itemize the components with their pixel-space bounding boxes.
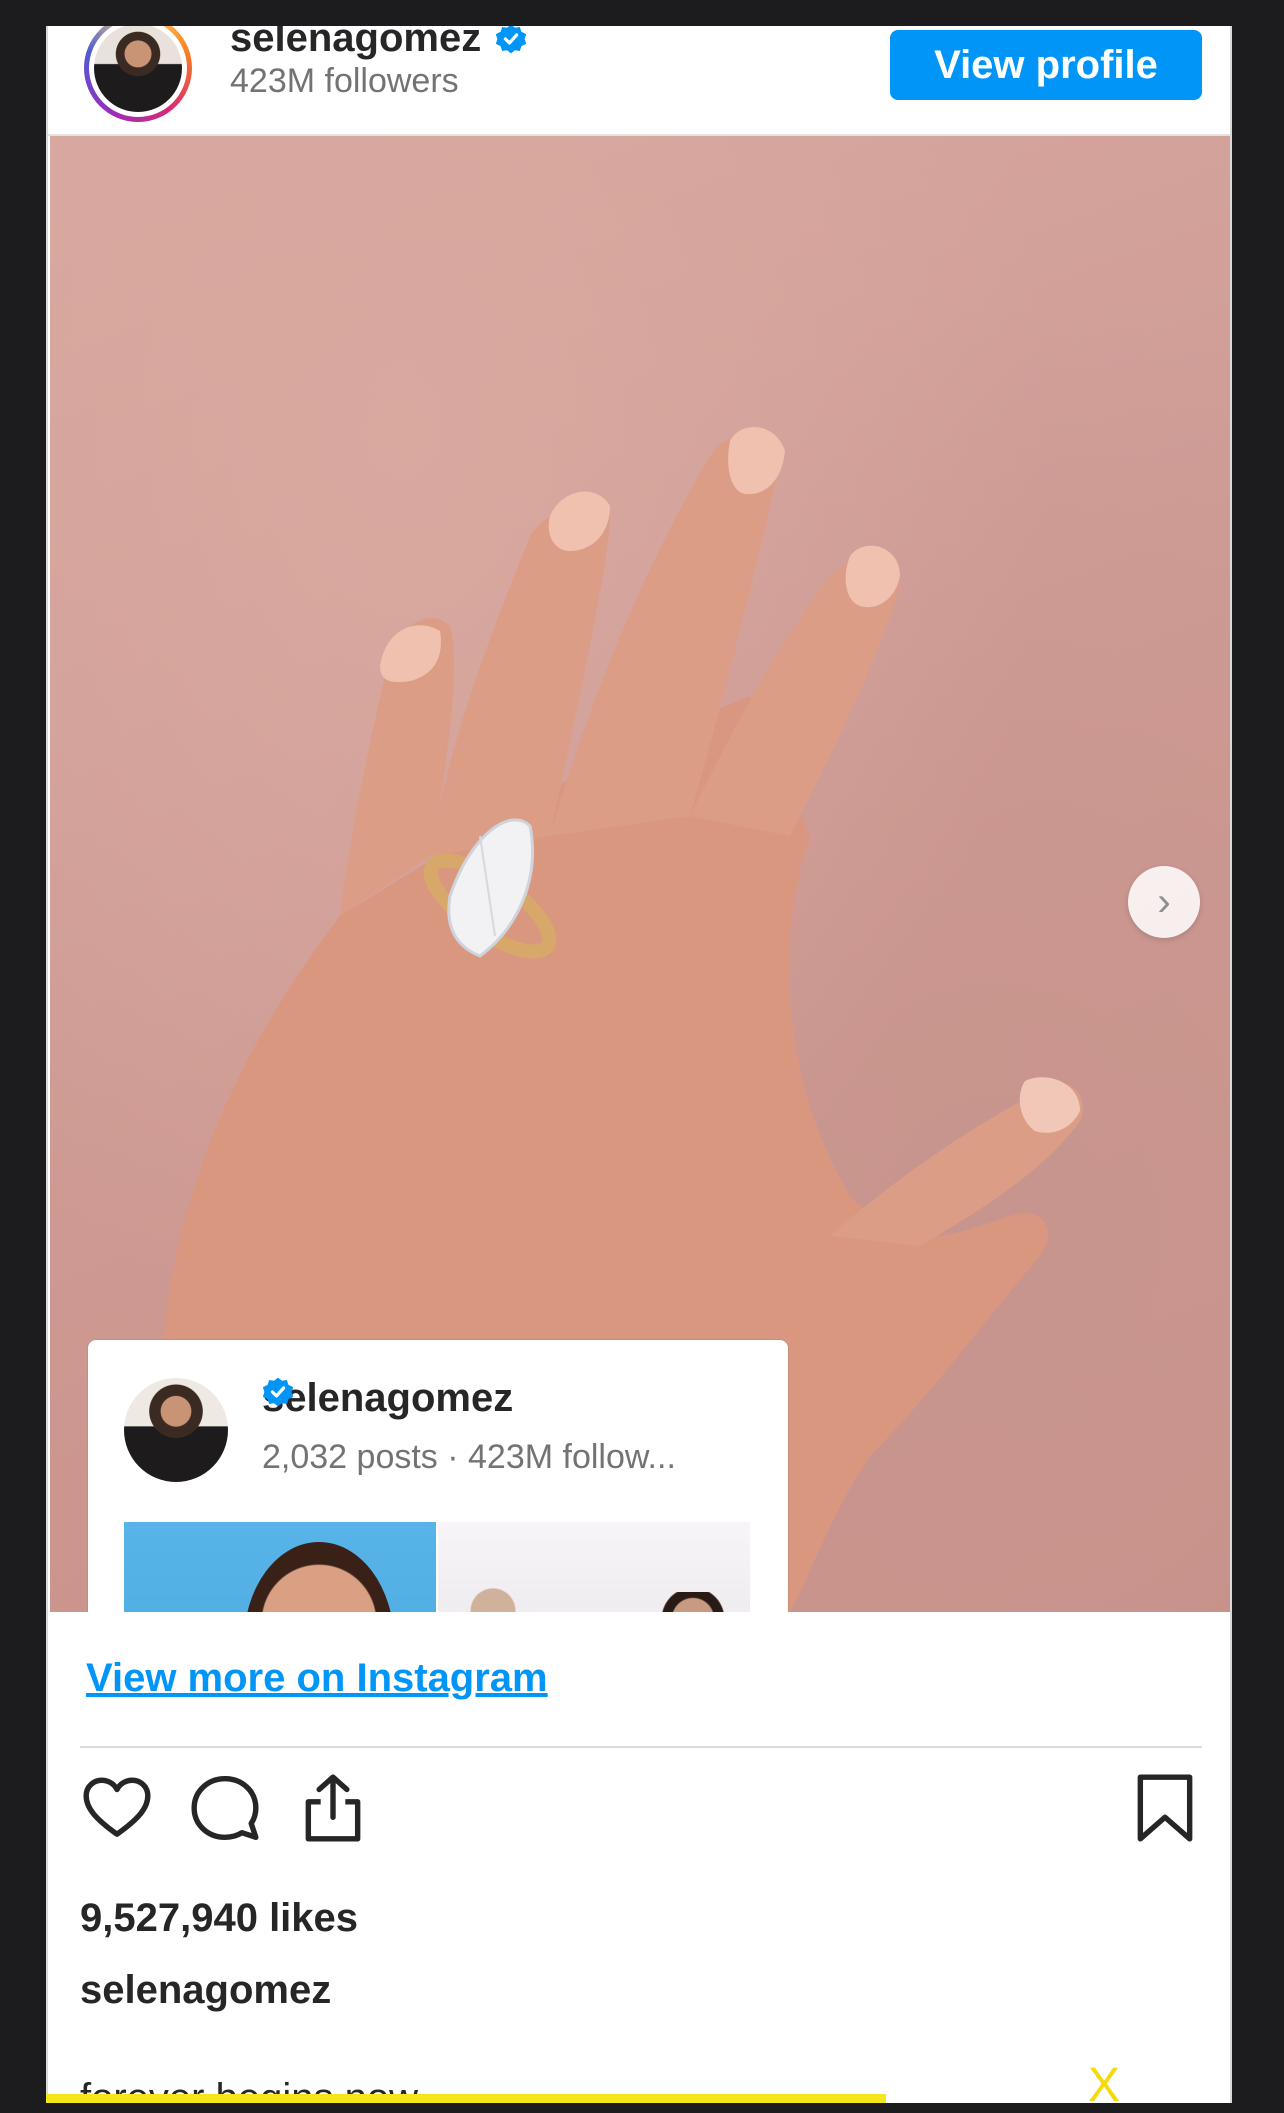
embed-header: selenagomez 423M followers View profile bbox=[48, 26, 1230, 136]
share-icon bbox=[305, 1774, 361, 1842]
divider bbox=[80, 1746, 1202, 1748]
likes-count[interactable]: 9,527,940 likes bbox=[80, 1896, 358, 1941]
header-followers: 423M followers bbox=[230, 62, 459, 100]
verified-badge-icon bbox=[496, 26, 527, 53]
post-photo[interactable]: › selenagomez 2,032 posts · 423M follow.… bbox=[50, 136, 1230, 1612]
preview-username[interactable]: selenagomez bbox=[262, 1376, 513, 1421]
preview-thumbnail[interactable] bbox=[124, 1522, 436, 1612]
preview-username-text[interactable]: selenagomez bbox=[262, 1376, 513, 1421]
profile-avatar[interactable] bbox=[84, 26, 192, 122]
header-username-text[interactable]: selenagomez bbox=[230, 26, 481, 61]
verified-badge-icon bbox=[262, 1377, 294, 1407]
share-button[interactable] bbox=[296, 1771, 370, 1845]
preview-stats: 2,032 posts · 423M follow... bbox=[262, 1438, 676, 1476]
preview-avatar[interactable] bbox=[124, 1378, 228, 1482]
view-profile-button[interactable]: View profile bbox=[890, 30, 1202, 100]
avatar-image bbox=[94, 26, 182, 112]
chevron-right-icon: › bbox=[1157, 879, 1171, 924]
like-button[interactable] bbox=[80, 1771, 154, 1845]
thumbnail-person bbox=[658, 1592, 728, 1612]
post-actions bbox=[80, 1771, 1202, 1861]
thumbnail-person bbox=[244, 1542, 394, 1612]
preview-thumbnail[interactable] bbox=[438, 1522, 750, 1612]
caption-username[interactable]: selenagomez bbox=[80, 1968, 331, 2013]
comment-button[interactable] bbox=[188, 1771, 262, 1845]
view-more-on-instagram-link[interactable]: View more on Instagram bbox=[86, 1656, 548, 1701]
close-overlay-button[interactable]: X bbox=[1088, 2058, 1120, 2113]
top-decoration bbox=[300, 0, 960, 28]
save-button[interactable] bbox=[1128, 1771, 1202, 1845]
header-username[interactable]: selenagomez bbox=[230, 26, 527, 61]
next-photo-button[interactable]: › bbox=[1128, 866, 1200, 938]
screen: selenagomez 423M followers View profile bbox=[0, 0, 1284, 2112]
thumbnail-person bbox=[458, 1582, 528, 1612]
bookmark-icon bbox=[1137, 1774, 1193, 1842]
profile-preview-card[interactable]: selenagomez 2,032 posts · 423M follow... bbox=[88, 1340, 788, 1612]
instagram-embed-card: selenagomez 423M followers View profile bbox=[46, 26, 1232, 2103]
bottom-highlight-bar bbox=[46, 2094, 886, 2103]
heart-icon bbox=[83, 1777, 151, 1837]
comment-icon bbox=[191, 1776, 259, 1840]
